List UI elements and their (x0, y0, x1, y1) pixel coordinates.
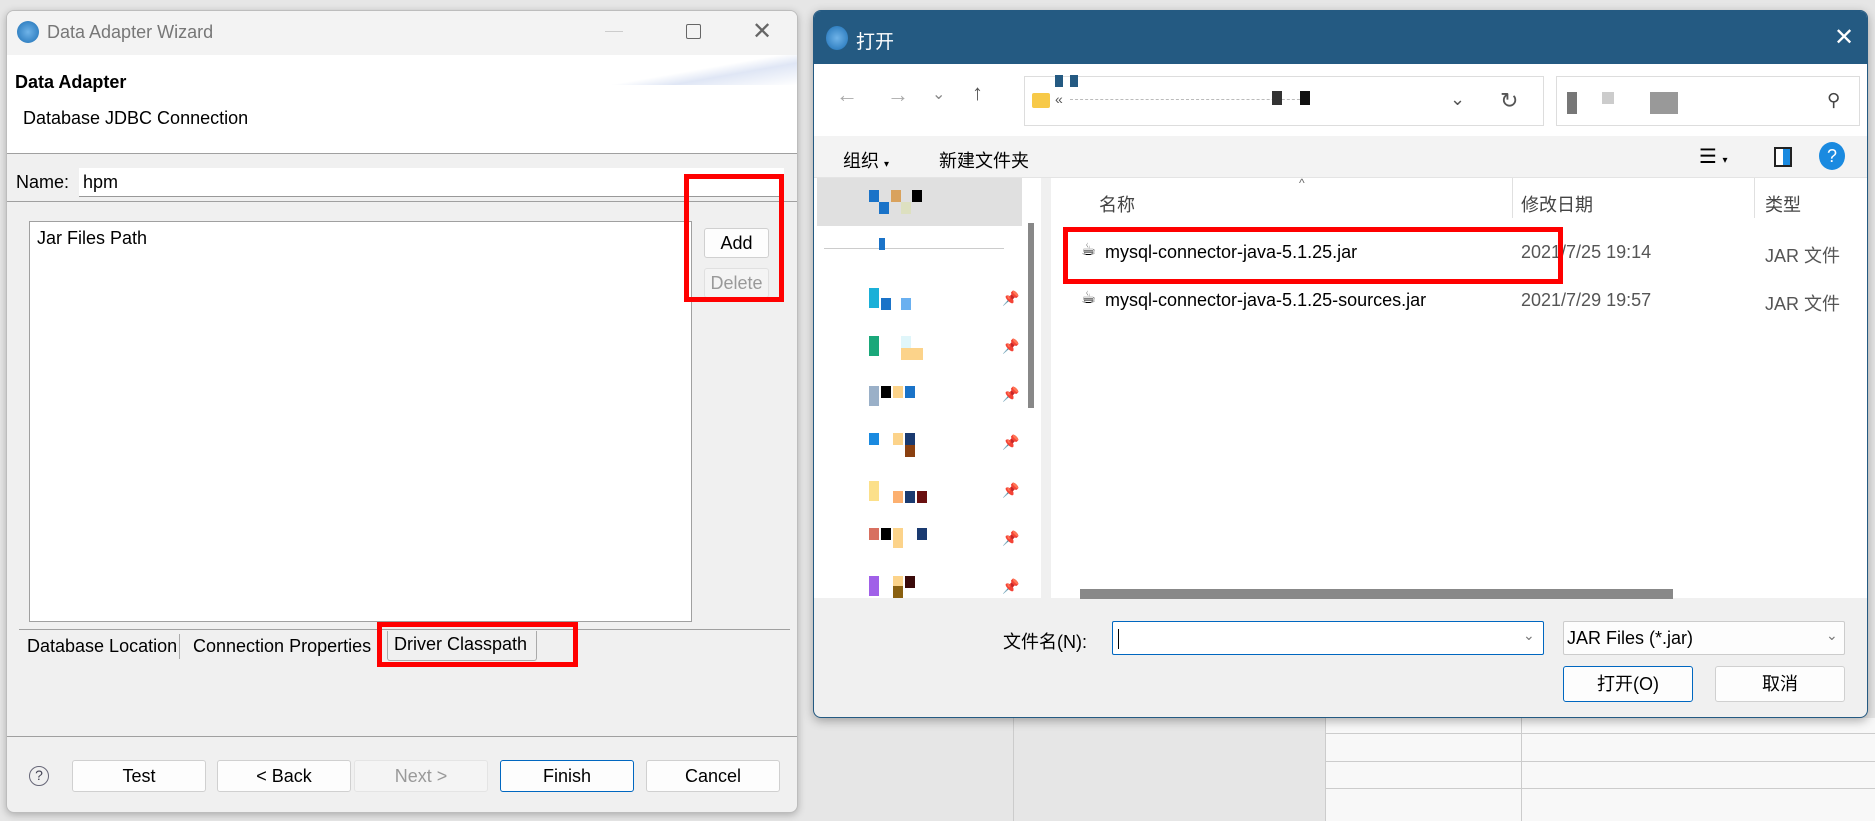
sort-indicator-icon: ^ (1299, 176, 1305, 190)
pin-icon: 📌 (1002, 578, 1020, 594)
preview-pane-icon[interactable] (1774, 147, 1792, 167)
refresh-icon[interactable]: ↻ (1500, 88, 1518, 114)
search-box[interactable]: ⚲ (1556, 76, 1860, 126)
background-grid (1325, 718, 1875, 821)
list-header: Jar Files Path (37, 228, 148, 248)
name-input[interactable] (79, 168, 784, 197)
organize-menu[interactable]: 组织 ▾ (843, 147, 889, 173)
wizard-header: Data Adapter Database JDBC Connection (7, 55, 797, 154)
pin-icon: 📌 (1002, 386, 1020, 402)
file-list[interactable]: ^ 名称 修改日期 类型 ☕ mysql-connector-java-5.1.… (1051, 176, 1867, 599)
column-header-modified[interactable]: 修改日期 (1521, 191, 1593, 217)
column-header-name[interactable]: 名称 (1099, 191, 1135, 217)
help-icon[interactable]: ? (29, 766, 49, 786)
highlight-selected-jar (1063, 227, 1563, 284)
tab-database-location[interactable]: Database Location (25, 634, 181, 659)
search-icon[interactable]: ⚲ (1827, 90, 1840, 111)
minimize-button[interactable] (605, 31, 623, 32)
name-label: Name: (16, 172, 70, 192)
back-button[interactable]: < Back (217, 760, 351, 792)
close-button[interactable]: ✕ (752, 17, 772, 46)
new-folder-button[interactable]: 新建文件夹 (939, 147, 1029, 173)
nav-pane-scrollbar[interactable] (1028, 223, 1034, 408)
address-dropdown-icon[interactable]: ⌄ (1450, 89, 1465, 110)
open-button[interactable]: 打开(O) (1563, 666, 1693, 702)
file-row[interactable]: ☕ mysql-connector-java-5.1.25-sources.ja… (1051, 284, 1867, 318)
test-button[interactable]: Test (72, 760, 206, 792)
dialog-cancel-button[interactable]: 取消 (1715, 666, 1845, 702)
file-type-filter[interactable]: JAR Files (*.jar) ⌄ (1563, 621, 1845, 655)
jar-files-list[interactable]: Jar Files Path (29, 221, 692, 622)
pin-icon: 📌 (1002, 290, 1020, 306)
highlight-add-delete (684, 174, 784, 302)
jar-file-icon: ☕ (1081, 288, 1097, 307)
back-arrow-icon[interactable]: ← (836, 82, 858, 108)
filename-dropdown-icon[interactable]: ⌄ (1523, 627, 1535, 644)
recent-chevron-icon[interactable]: ⌄ (932, 84, 945, 104)
horizontal-scrollbar[interactable] (1080, 589, 1673, 599)
address-bar[interactable]: « ⌄ ↻ (1024, 75, 1544, 126)
filename-input[interactable]: ⌄ (1112, 621, 1544, 655)
column-header-type[interactable]: 类型 (1765, 191, 1801, 217)
header-subtitle: Database JDBC Connection (23, 108, 249, 128)
filename-label: 文件名(N): (1003, 632, 1087, 652)
close-button[interactable]: ✕ (1834, 23, 1854, 52)
navigation-pane[interactable]: 📌 📌 📌 📌 📌 📌 📌 (814, 178, 1041, 598)
dialog-title: 打开 (856, 32, 895, 53)
header-title: Data Adapter (15, 72, 127, 92)
cancel-button[interactable]: Cancel (646, 760, 780, 792)
window-title: Data Adapter Wizard (47, 22, 214, 42)
view-menu-icon[interactable]: ☰ ▾ (1699, 144, 1728, 169)
next-button[interactable]: Next > (354, 760, 488, 792)
app-icon (826, 26, 848, 50)
finish-button[interactable]: Finish (500, 760, 634, 792)
pin-icon: 📌 (1002, 482, 1020, 498)
open-file-dialog: 打开 ✕ ← → ⌄ ↑ « ⌄ ↻ ⚲ 组织 ▾ 新建文件夹 ☰ ▾ ? 📌 … (813, 10, 1868, 718)
pin-icon: 📌 (1002, 530, 1020, 546)
tab-connection-properties[interactable]: Connection Properties (191, 634, 385, 659)
help-icon[interactable]: ? (1819, 142, 1845, 170)
up-arrow-icon[interactable]: ↑ (972, 80, 983, 106)
dialog-title-bar: 打开 ✕ (814, 11, 1867, 64)
app-icon (17, 21, 39, 43)
filter-dropdown-icon: ⌄ (1826, 627, 1838, 643)
nav-row: ← → ⌄ ↑ « ⌄ ↻ ⚲ (814, 64, 1867, 136)
pin-icon: 📌 (1002, 434, 1020, 450)
dialog-toolbar: 组织 ▾ 新建文件夹 ☰ ▾ ? (814, 136, 1867, 178)
folder-icon (1032, 93, 1050, 108)
title-bar: Data Adapter Wizard ✕ (7, 11, 797, 55)
pin-icon: 📌 (1002, 338, 1020, 354)
data-adapter-wizard-window: Data Adapter Wizard ✕ Data Adapter Datab… (6, 10, 798, 813)
forward-arrow-icon[interactable]: → (887, 82, 909, 108)
maximize-button[interactable] (686, 24, 701, 39)
highlight-driver-classpath (377, 622, 578, 667)
